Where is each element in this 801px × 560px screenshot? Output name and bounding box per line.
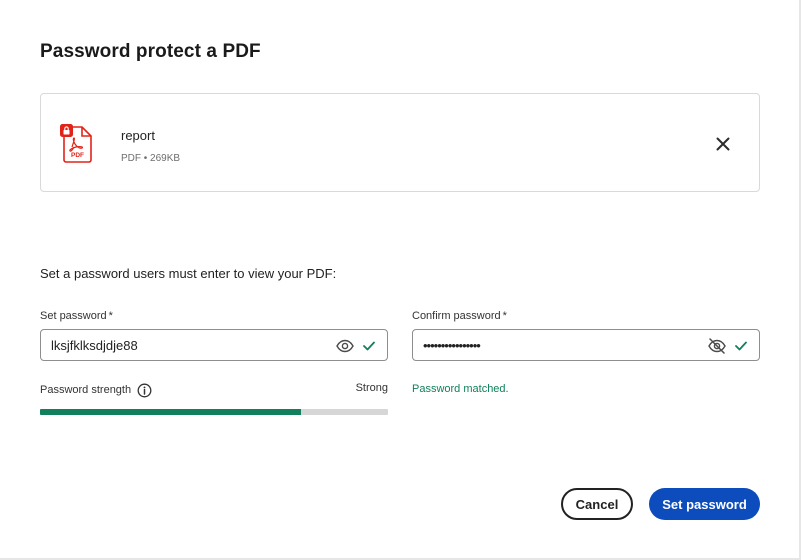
close-icon: [716, 137, 730, 151]
set-password-field[interactable]: [40, 329, 388, 361]
confirm-password-input[interactable]: [423, 330, 693, 360]
set-password-label-text: Set password: [40, 310, 107, 322]
remove-file-button[interactable]: [711, 132, 735, 156]
required-mark: *: [108, 310, 113, 322]
confirm-password-label: Confirm password *: [412, 310, 507, 322]
instructions-text: Set a password users must enter to view …: [40, 266, 337, 281]
confirm-password-field[interactable]: [412, 329, 760, 361]
dialog-title: Password protect a PDF: [40, 41, 261, 62]
file-meta: PDF • 269KB: [121, 153, 181, 164]
required-mark: *: [502, 310, 507, 322]
set-password-input[interactable]: [51, 330, 321, 360]
password-protect-dialog: Password protect a PDF PDF report PDF • …: [0, 0, 801, 560]
valid-check-icon: [361, 336, 377, 356]
password-strength-fill: [40, 409, 301, 415]
eye-icon: [336, 339, 354, 353]
toggle-visibility-button[interactable]: [335, 336, 355, 356]
pdf-locked-icon: PDF: [60, 124, 92, 163]
password-strength-label: Password strength: [40, 384, 132, 396]
toggle-visibility-button[interactable]: [707, 336, 727, 356]
file-card: PDF report PDF • 269KB: [40, 93, 760, 192]
file-name: report: [121, 128, 155, 143]
info-icon[interactable]: [137, 383, 152, 398]
valid-check-icon: [733, 336, 749, 356]
eye-off-icon: [708, 338, 726, 354]
password-match-message: Password matched.: [412, 383, 509, 395]
set-password-button[interactable]: Set password: [649, 488, 760, 520]
set-password-label: Set password *: [40, 310, 113, 322]
password-strength-value: Strong: [355, 382, 388, 394]
pdf-badge-text: PDF: [71, 152, 84, 159]
confirm-password-label-text: Confirm password: [412, 310, 501, 322]
password-strength-meter: [40, 409, 388, 415]
cancel-button[interactable]: Cancel: [561, 488, 633, 520]
